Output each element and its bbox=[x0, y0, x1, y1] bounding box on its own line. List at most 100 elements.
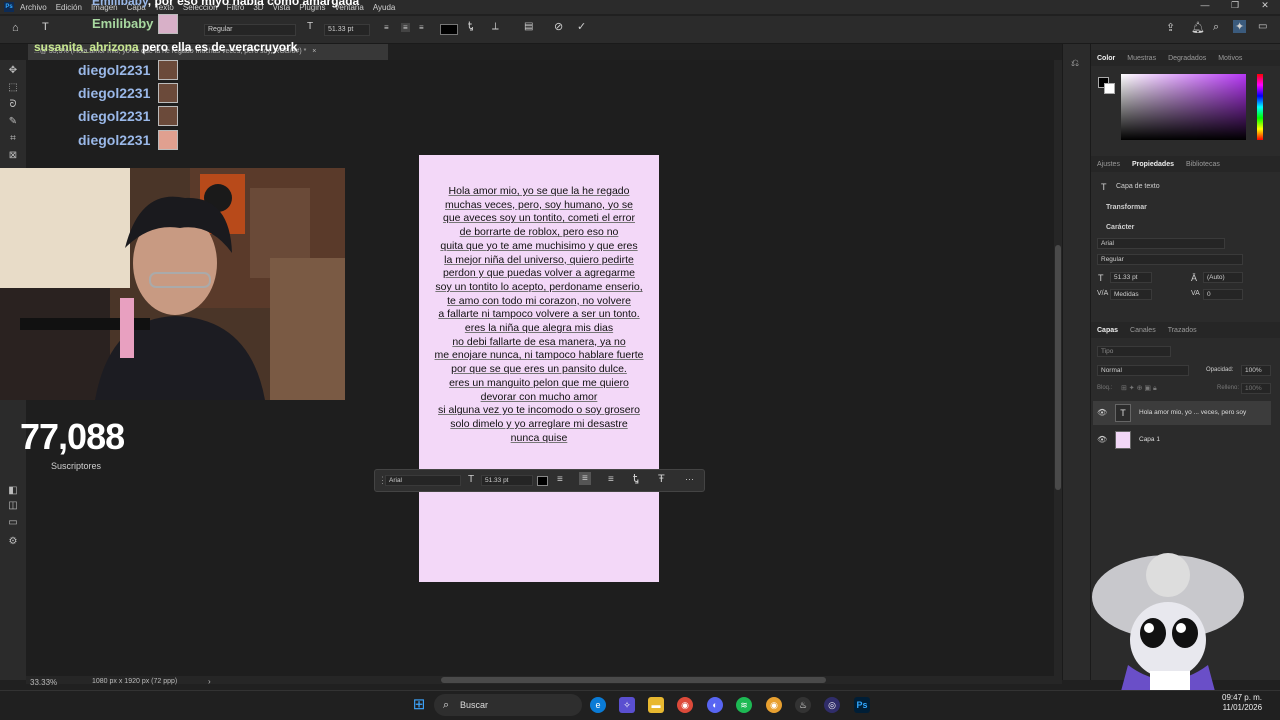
visibility-eye-icon[interactable]: 👁︎ bbox=[1097, 436, 1107, 444]
text-color-swatch[interactable] bbox=[440, 24, 458, 35]
character-section[interactable]: Carácter bbox=[1106, 224, 1134, 231]
file-explorer-icon[interactable]: ▬ bbox=[648, 697, 664, 713]
font-style-field[interactable]: Regular bbox=[1097, 254, 1243, 265]
tab-propiedades[interactable]: Propiedades bbox=[1126, 161, 1180, 168]
lock-icons[interactable]: ⊞ ✦ ⊕ ▣ 🔒︎ bbox=[1121, 384, 1157, 393]
font-style-select[interactable]: Regular bbox=[204, 24, 296, 36]
text-line: solo dimelo y yo arreglare mi desastre bbox=[450, 417, 628, 430]
chat-message: Emilibaby bbox=[92, 16, 153, 31]
panels-icon[interactable]: ▤ bbox=[524, 21, 533, 32]
tab-muestras[interactable]: Muestras bbox=[1121, 55, 1162, 62]
tab-ajustes[interactable]: Ajustes bbox=[1091, 161, 1126, 168]
document-canvas[interactable]: Hola amor mio, yo se que la he regado mu… bbox=[419, 155, 659, 582]
cancel-icon[interactable]: ⊘ bbox=[554, 20, 563, 33]
share-icon[interactable]: ⇪ bbox=[1166, 21, 1175, 34]
ctx-warp-text-icon[interactable]: Ꮏ bbox=[633, 473, 639, 486]
layer-filter-field[interactable]: Tipo bbox=[1097, 346, 1171, 357]
copilot-icon[interactable]: ✧ bbox=[619, 697, 635, 713]
text-line: nunca quise bbox=[510, 431, 568, 444]
edge-icon[interactable]: e bbox=[590, 697, 606, 713]
menu-ayuda[interactable]: Ayuda bbox=[373, 3, 396, 12]
home-icon[interactable]: ⌂ bbox=[12, 22, 19, 34]
bell-icon[interactable]: 🔔︎ bbox=[1191, 21, 1205, 34]
background-color-swatch[interactable] bbox=[1104, 83, 1115, 94]
layer-row-fill[interactable]: 👁︎ Capa 1 bbox=[1093, 428, 1271, 452]
tab-bibliotecas[interactable]: Bibliotecas bbox=[1180, 161, 1226, 168]
color-swatches-icon[interactable]: ◧ bbox=[6, 484, 20, 498]
font-size-select[interactable]: 51.33 pt bbox=[324, 24, 370, 36]
tab-trazados[interactable]: Trazados bbox=[1162, 327, 1203, 334]
workspace-icon[interactable]: ▭ bbox=[1258, 21, 1267, 32]
leading-field[interactable]: (Auto) bbox=[1203, 272, 1243, 283]
font-size-field[interactable]: 51.33 pt bbox=[1110, 272, 1152, 283]
chrome-icon[interactable]: ◉ bbox=[677, 697, 693, 713]
layer-row-text[interactable]: 👁︎ T Hola amor mio, yo ... veces, pero s… bbox=[1093, 401, 1271, 425]
check-icon[interactable]: ✓ bbox=[577, 20, 586, 33]
menu-archivo[interactable]: Archivo bbox=[20, 3, 47, 12]
screen-mode-icon[interactable]: ▭ bbox=[6, 516, 20, 530]
vertical-scrollbar[interactable] bbox=[1054, 60, 1062, 676]
text-layer-content[interactable]: Hola amor mio, yo se que la he regado mu… bbox=[419, 185, 659, 445]
photoshop-logo[interactable]: Ps bbox=[4, 2, 14, 12]
fill-field[interactable]: 100% bbox=[1241, 383, 1271, 394]
chrome-profile-icon[interactable]: ◉ bbox=[766, 697, 782, 713]
align-center-icon[interactable]: ≡ bbox=[401, 23, 410, 32]
tracking-field[interactable]: 0 bbox=[1203, 289, 1243, 300]
kerning-field[interactable]: Medidas bbox=[1110, 289, 1152, 300]
system-clock[interactable]: 09:47 p. m. 11/01/2026 bbox=[1222, 693, 1262, 713]
color-field[interactable] bbox=[1121, 74, 1246, 140]
visibility-eye-icon[interactable]: 👁︎ bbox=[1097, 409, 1107, 417]
warp-text-icon[interactable]: Ꮏ bbox=[468, 21, 473, 32]
taskbar-search[interactable]: ⌕ Buscar bbox=[434, 694, 582, 716]
blend-mode-select[interactable]: Normal bbox=[1097, 365, 1189, 376]
tab-canales[interactable]: Canales bbox=[1124, 327, 1162, 334]
quick-select-tool-icon[interactable]: ✎ bbox=[6, 115, 20, 129]
ctx-font-size-select[interactable]: 51.33 pt bbox=[481, 475, 533, 486]
close-button[interactable]: ✕ bbox=[1250, 0, 1280, 11]
text-options-icon[interactable]: ⟂ bbox=[492, 21, 499, 32]
align-right-icon[interactable]: ≡ bbox=[419, 23, 424, 32]
tab-motivos[interactable]: Motivos bbox=[1212, 55, 1248, 62]
text-line: a fallarte ni tampoco volvere a ser un t… bbox=[438, 308, 640, 321]
history-icon[interactable]: ⎌ bbox=[1071, 58, 1079, 69]
discover-icon[interactable]: ✦ bbox=[1233, 20, 1247, 33]
discord-icon[interactable]: ◐ bbox=[707, 697, 723, 713]
obs-icon[interactable]: ◎ bbox=[824, 697, 840, 713]
ctx-color-swatch[interactable] bbox=[537, 476, 548, 486]
ctx-text-transform-icon[interactable]: Ŧ bbox=[658, 473, 665, 485]
hue-slider[interactable] bbox=[1257, 74, 1263, 140]
maximize-button[interactable]: ❐ bbox=[1220, 0, 1250, 11]
tab-capas[interactable]: Capas bbox=[1091, 327, 1124, 334]
steam-icon[interactable]: ♨ bbox=[795, 697, 811, 713]
opacity-field[interactable]: 100% bbox=[1241, 365, 1271, 376]
ctx-align-right-icon[interactable]: ≡ bbox=[608, 474, 614, 485]
zoom-level[interactable]: 33.33% bbox=[30, 678, 57, 687]
crop-tool-icon[interactable]: ⌗ bbox=[6, 132, 20, 146]
ctx-align-left-icon[interactable]: ≡ bbox=[557, 474, 563, 485]
ctx-align-center-icon[interactable]: ≡ bbox=[579, 472, 591, 485]
settings-gear-icon[interactable]: ⚙ bbox=[6, 535, 20, 549]
spotify-icon[interactable]: ≋ bbox=[736, 697, 752, 713]
vertical-scroll-thumb[interactable] bbox=[1055, 245, 1061, 490]
font-family-select[interactable]: Arial bbox=[1097, 238, 1225, 249]
type-tool-icon[interactable]: T bbox=[42, 21, 49, 33]
move-tool-icon[interactable]: ✥ bbox=[6, 64, 20, 78]
align-left-icon[interactable]: ≡ bbox=[384, 23, 389, 32]
status-chevron-icon[interactable]: › bbox=[208, 677, 211, 686]
transform-section[interactable]: Transformar bbox=[1106, 204, 1147, 211]
ctx-more-icon[interactable]: ··· bbox=[685, 474, 694, 484]
minimize-button[interactable]: — bbox=[1190, 0, 1220, 11]
document-tab-close-icon[interactable]: × bbox=[312, 48, 316, 55]
text-line: te amo con todo mi corazon, no volvere bbox=[447, 294, 631, 307]
photoshop-taskbar-icon[interactable]: Ps bbox=[854, 697, 870, 713]
quick-mask-icon[interactable]: ◫ bbox=[6, 499, 20, 513]
windows-start-icon[interactable]: ⊞ bbox=[411, 697, 427, 713]
tab-color[interactable]: Color bbox=[1091, 55, 1121, 62]
tab-degradados[interactable]: Degradados bbox=[1162, 55, 1212, 62]
lasso-tool-icon[interactable]: ᘐ bbox=[6, 98, 20, 112]
ctx-font-select[interactable]: Arial bbox=[385, 475, 461, 486]
search-icon[interactable]: ⌕ bbox=[1213, 21, 1219, 34]
menu-edicion[interactable]: Edición bbox=[56, 3, 82, 12]
marquee-tool-icon[interactable]: ⬚ bbox=[6, 81, 20, 95]
frame-tool-icon[interactable]: ⊠ bbox=[6, 149, 20, 163]
